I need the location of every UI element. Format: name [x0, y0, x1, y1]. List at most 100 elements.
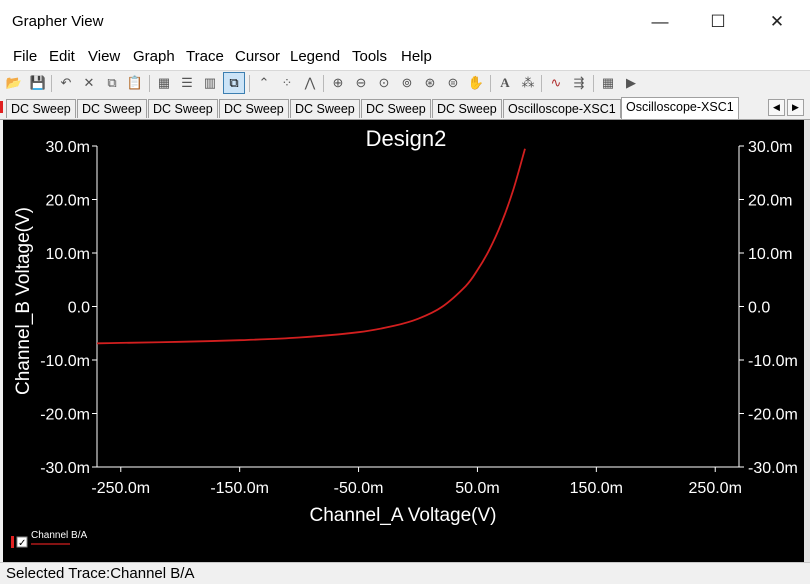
- overlay-traces-icon[interactable]: ⧉: [223, 72, 245, 94]
- bars-icon[interactable]: ▥: [200, 73, 220, 93]
- tab-bar: DC Sweep DC Sweep DC Sweep DC Sweep DC S…: [0, 97, 810, 120]
- chart-svg: Design2 Channel_A Voltage(V) Channel_B V…: [11, 126, 798, 549]
- y-tick-label-right: 20.0m: [748, 193, 792, 210]
- menu-tools[interactable]: Tools: [352, 48, 387, 65]
- tab-dc-sweep-4[interactable]: DC Sweep: [219, 99, 289, 118]
- tab-oscilloscope-xsc1-1[interactable]: Oscilloscope-XSC1: [503, 99, 621, 118]
- menu-help[interactable]: Help: [401, 48, 432, 65]
- y-tick-label-left: -10.0m: [40, 353, 90, 370]
- zoom-out-icon[interactable]: ⊖: [351, 73, 371, 93]
- menu-file[interactable]: File: [13, 48, 37, 65]
- toolbar-separator: [593, 75, 594, 92]
- menu-trace[interactable]: Trace: [186, 48, 224, 65]
- save-icon[interactable]: 💾: [28, 73, 48, 93]
- y-tick-label-right: -10.0m: [748, 353, 798, 370]
- tab-scroll-right-button[interactable]: ▶: [787, 99, 804, 116]
- zoom-fit-icon[interactable]: ⊙: [374, 73, 394, 93]
- legend[interactable]: ✓ Channel B/A: [11, 530, 87, 549]
- tab-marker: [0, 101, 3, 113]
- x-tick-label: -50.0m: [334, 480, 384, 497]
- grid-table-icon[interactable]: ▦: [598, 73, 618, 93]
- menu-graph[interactable]: Graph: [133, 48, 175, 65]
- maximize-button[interactable]: ☐: [703, 8, 733, 36]
- y-tick-label-left: 0.0: [68, 300, 90, 317]
- check-icon: ✓: [18, 538, 26, 549]
- minimize-icon: —: [651, 12, 669, 31]
- toolbar: 📂 💾 ↶ ✕ ⧉ 📋 ▦ ☰ ▥ ⧉ ⌃ ⁘ ⋀ ⊕ ⊖ ⊙ ⊚ ⊛ ⊜ ✋ …: [0, 70, 810, 98]
- pan-hand-icon[interactable]: ✋: [466, 73, 486, 93]
- plot-group: [96, 148, 526, 345]
- x-tick-label: 250.0m: [689, 480, 742, 497]
- close-button[interactable]: ✕: [762, 8, 792, 36]
- line-marker-trace-icon[interactable]: ⋀: [300, 73, 320, 93]
- y-tick-label-right: -30.0m: [748, 460, 798, 477]
- line-trace-icon[interactable]: ⌃: [254, 73, 274, 93]
- menu-edit[interactable]: Edit: [49, 48, 75, 65]
- zoom-y-icon[interactable]: ⊛: [420, 73, 440, 93]
- toolbar-separator: [541, 75, 542, 92]
- maximize-icon: ☐: [710, 12, 726, 31]
- toolbar-separator: [490, 75, 491, 92]
- paste-icon[interactable]: 📋: [125, 73, 145, 93]
- tab-dc-sweep-5[interactable]: DC Sweep: [290, 99, 360, 118]
- delete-icon[interactable]: ✕: [79, 73, 99, 93]
- x-axis-label: Channel_A Voltage(V): [310, 505, 497, 526]
- y-tick-label-right: 10.0m: [748, 246, 792, 263]
- copy-icon[interactable]: ⧉: [102, 73, 122, 93]
- tab-dc-sweep-3[interactable]: DC Sweep: [148, 99, 218, 118]
- zoom-area-icon[interactable]: ⊜: [443, 73, 463, 93]
- x-tick-label: 150.0m: [570, 480, 623, 497]
- toolbar-separator: [51, 75, 52, 92]
- x-tick-label: -150.0m: [210, 480, 269, 497]
- tab-dc-sweep-1[interactable]: DC Sweep: [6, 99, 76, 118]
- chevron-right-icon: ▶: [792, 102, 799, 112]
- play-icon[interactable]: ▶: [621, 73, 641, 93]
- list-icon[interactable]: ☰: [177, 73, 197, 93]
- status-bar: Selected Trace:Channel B/A: [0, 562, 810, 584]
- menu-bar: File Edit View Graph Trace Cursor Legend…: [0, 44, 810, 70]
- tab-scroll-left-button[interactable]: ◀: [768, 99, 785, 116]
- toolbar-separator: [323, 75, 324, 92]
- y-tick-label-left: 10.0m: [46, 246, 90, 263]
- right-scroll-strip: [804, 120, 810, 562]
- zoom-in-icon[interactable]: ⊕: [328, 73, 348, 93]
- title-bar: Grapher View — ☐ ✕: [0, 0, 810, 44]
- y-tick-label-right: -20.0m: [748, 407, 798, 424]
- y-tick-label-left: 30.0m: [46, 139, 90, 156]
- y-tick-label-left: -30.0m: [40, 460, 90, 477]
- toolbar-separator: [149, 75, 150, 92]
- waveform-icon[interactable]: ∿: [546, 73, 566, 93]
- legend-color-marker: [11, 536, 14, 548]
- text-icon[interactable]: A: [495, 73, 515, 93]
- x-tick-label: -250.0m: [91, 480, 150, 497]
- toolbar-separator: [249, 75, 250, 92]
- tab-dc-sweep-6[interactable]: DC Sweep: [361, 99, 431, 118]
- zoom-x-icon[interactable]: ⊚: [397, 73, 417, 93]
- legend-label: Channel B/A: [31, 530, 87, 541]
- signal-icon[interactable]: ⁂: [518, 73, 538, 93]
- y-axis-label: Channel_B Voltage(V): [13, 207, 34, 395]
- y-tick-label-left: -20.0m: [40, 407, 90, 424]
- menu-legend[interactable]: Legend: [290, 48, 340, 65]
- chevron-left-icon: ◀: [773, 102, 780, 112]
- menu-cursor[interactable]: Cursor: [235, 48, 280, 65]
- menu-view[interactable]: View: [88, 48, 120, 65]
- open-folder-icon[interactable]: 📂: [4, 73, 24, 93]
- tab-oscilloscope-xsc1-2[interactable]: Oscilloscope-XSC1: [621, 97, 739, 119]
- window-title: Grapher View: [12, 13, 104, 30]
- close-icon: ✕: [769, 12, 785, 31]
- y-tick-label-left: 20.0m: [46, 193, 90, 210]
- scatter-trace-icon[interactable]: ⁘: [277, 73, 297, 93]
- y-tick-label-right: 0.0: [748, 300, 770, 317]
- status-text: Selected Trace:Channel B/A: [6, 565, 195, 582]
- minimize-button[interactable]: —: [645, 8, 675, 36]
- y-tick-label-right: 30.0m: [748, 139, 792, 156]
- x-tick-label: 50.0m: [455, 480, 499, 497]
- undo-icon[interactable]: ↶: [56, 73, 76, 93]
- graph-panel[interactable]: Design2 Channel_A Voltage(V) Channel_B V…: [3, 120, 804, 562]
- grid-icon[interactable]: ▦: [154, 73, 174, 93]
- export-icon[interactable]: ⇶: [569, 73, 589, 93]
- chart-title: Design2: [366, 126, 447, 151]
- tab-dc-sweep-2[interactable]: DC Sweep: [77, 99, 147, 118]
- tab-dc-sweep-7[interactable]: DC Sweep: [432, 99, 502, 118]
